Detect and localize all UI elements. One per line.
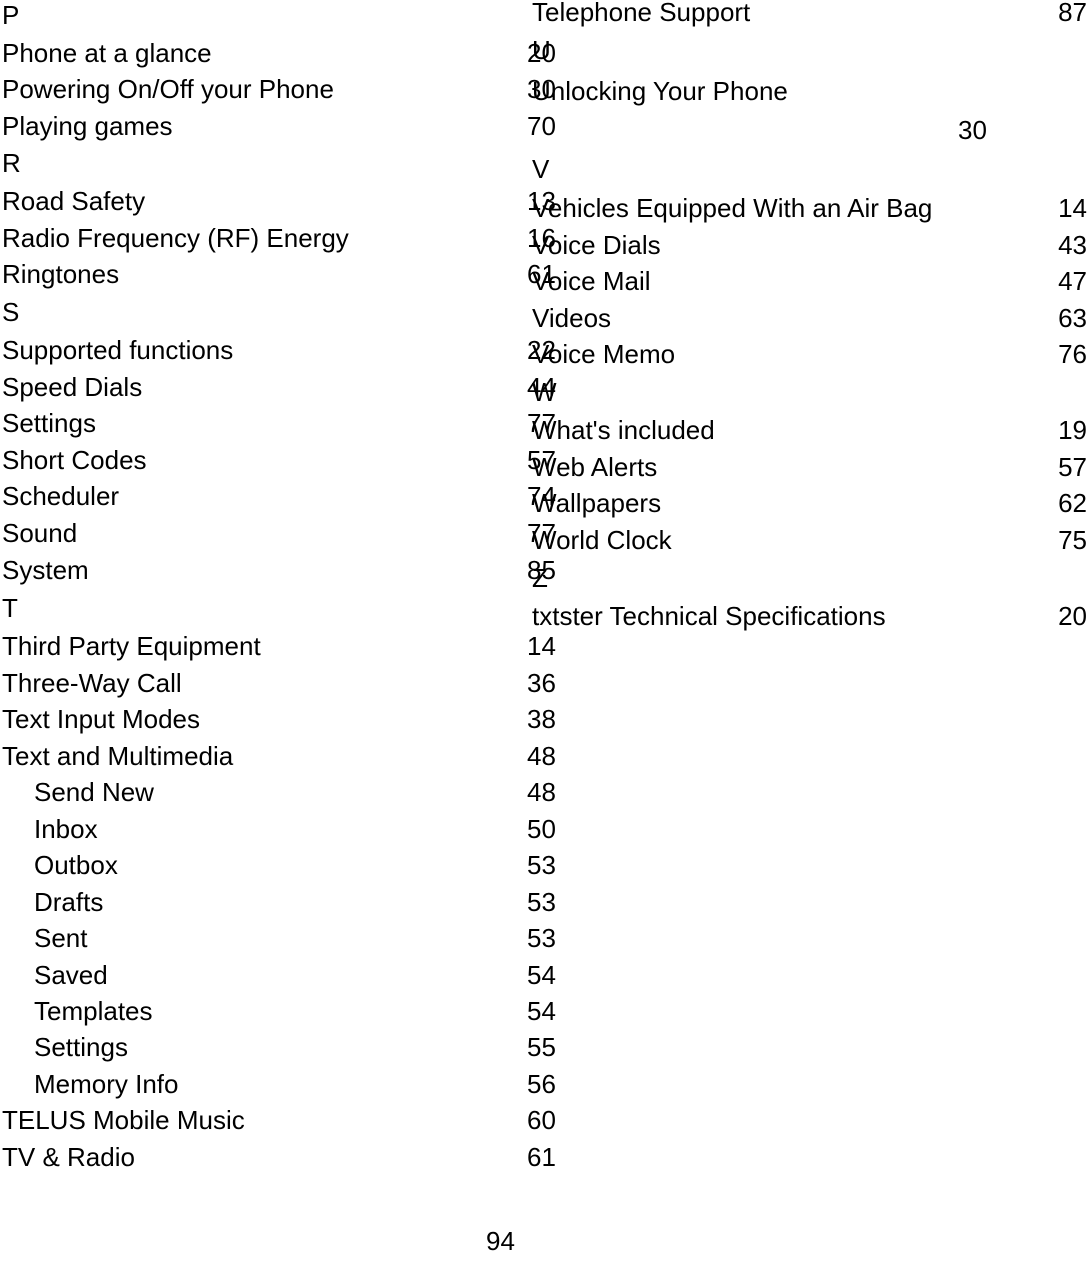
index-page-number: 63 <box>1058 303 1087 333</box>
index-subentry: Outbox <box>34 850 118 880</box>
page-number: 94 <box>486 1226 515 1256</box>
index-subentry: Settings <box>34 1032 128 1062</box>
index-page-number: 60 <box>527 1105 556 1135</box>
index-page-number: 75 <box>1058 525 1087 555</box>
index-entry: Voice Dials <box>532 230 661 260</box>
index-entry: Scheduler <box>2 481 120 511</box>
index-page-number: 38 <box>527 704 556 734</box>
index-page-number: 20 <box>1058 601 1087 631</box>
index-entry: TV & Radio <box>2 1142 135 1172</box>
index-entry: Three-Way Call <box>2 668 182 698</box>
index-page-number: 14 <box>527 631 556 661</box>
index-entry: Short Codes <box>2 445 147 475</box>
index-page-number: 61 <box>527 1142 556 1172</box>
index-page-number: 54 <box>527 960 556 990</box>
index-entry: Ringtones <box>2 259 120 289</box>
index-page-number: 48 <box>527 777 556 807</box>
index-section-letter: P <box>2 0 20 30</box>
index-page-number: 87 <box>1058 0 1087 27</box>
index-entry: Playing games <box>2 111 173 141</box>
index-page-number: 30 <box>958 115 987 145</box>
index-section-letter: U <box>532 35 551 65</box>
index-subentry: Memory Info <box>34 1069 179 1099</box>
index-subentry: Saved <box>34 960 108 990</box>
index-entry: Third Party Equipment <box>2 631 261 661</box>
index-entry: Unlocking Your Phone <box>532 76 788 106</box>
index-section-letter: V <box>532 154 550 184</box>
index-entry: System <box>2 555 89 585</box>
index-page-number: 54 <box>527 996 556 1026</box>
index-entry: Speed Dials <box>2 372 143 402</box>
index-section-letter: R <box>2 148 21 178</box>
index-page-number: 53 <box>527 923 556 953</box>
index-page-number: 55 <box>527 1032 556 1062</box>
index-entry: Supported functions <box>2 335 234 365</box>
index-section-letter: S <box>2 297 20 327</box>
index-entry: Web Alerts <box>532 452 658 482</box>
index-entry: Powering On/Off your Phone <box>2 74 334 104</box>
index-page-number: 62 <box>1058 488 1087 518</box>
index-page-number: 56 <box>527 1069 556 1099</box>
index-entry: Voice Memo <box>532 339 676 369</box>
index-entry: Videos <box>532 303 612 333</box>
index-subentry: Send New <box>34 777 154 807</box>
index-page-number: 70 <box>527 111 556 141</box>
index-subentry: Templates <box>34 996 153 1026</box>
index-page-number: 36 <box>527 668 556 698</box>
index-subentry: Inbox <box>34 814 98 844</box>
index-entry: Sound <box>2 518 78 548</box>
index-section-letter: Z <box>532 563 548 593</box>
index-page-number: 19 <box>1058 415 1087 445</box>
index-entry: Text Input Modes <box>2 704 200 734</box>
index-page-number: 14 <box>1058 193 1087 223</box>
index-page-number: 53 <box>527 850 556 880</box>
index-entry: What's included <box>532 415 715 445</box>
index-entry: World Clock <box>532 525 672 555</box>
index-page-number: 76 <box>1058 339 1087 369</box>
index-page-number: 48 <box>527 741 556 771</box>
index-page-number: 50 <box>527 814 556 844</box>
index-page-number: 53 <box>527 887 556 917</box>
index-subentry: Drafts <box>34 887 104 917</box>
index-entry: Vehicles Equipped With an Air Bag <box>532 193 933 223</box>
index-entry: Text and Multimedia <box>2 741 234 771</box>
index-entry: txtster Technical Specifications <box>532 601 886 631</box>
index-entry: Radio Frequency (RF) Energy <box>2 223 349 253</box>
index-entry: Telephone Support <box>532 0 751 27</box>
index-subentry: Sent <box>34 923 88 953</box>
index-section-letter: W <box>532 377 557 407</box>
index-section-letter: T <box>2 593 18 623</box>
index-entry: Settings <box>2 408 96 438</box>
index-page-number: 57 <box>1058 452 1087 482</box>
index-entry: Wallpapers <box>532 488 662 518</box>
index-page-number: 47 <box>1058 266 1087 296</box>
index-entry: Phone at a glance <box>2 38 212 68</box>
index-entry: Voice Mail <box>532 266 651 296</box>
index-page-number: 43 <box>1058 230 1087 260</box>
index-entry: Road Safety <box>2 186 146 216</box>
index-entry: TELUS Mobile Music <box>2 1105 245 1135</box>
